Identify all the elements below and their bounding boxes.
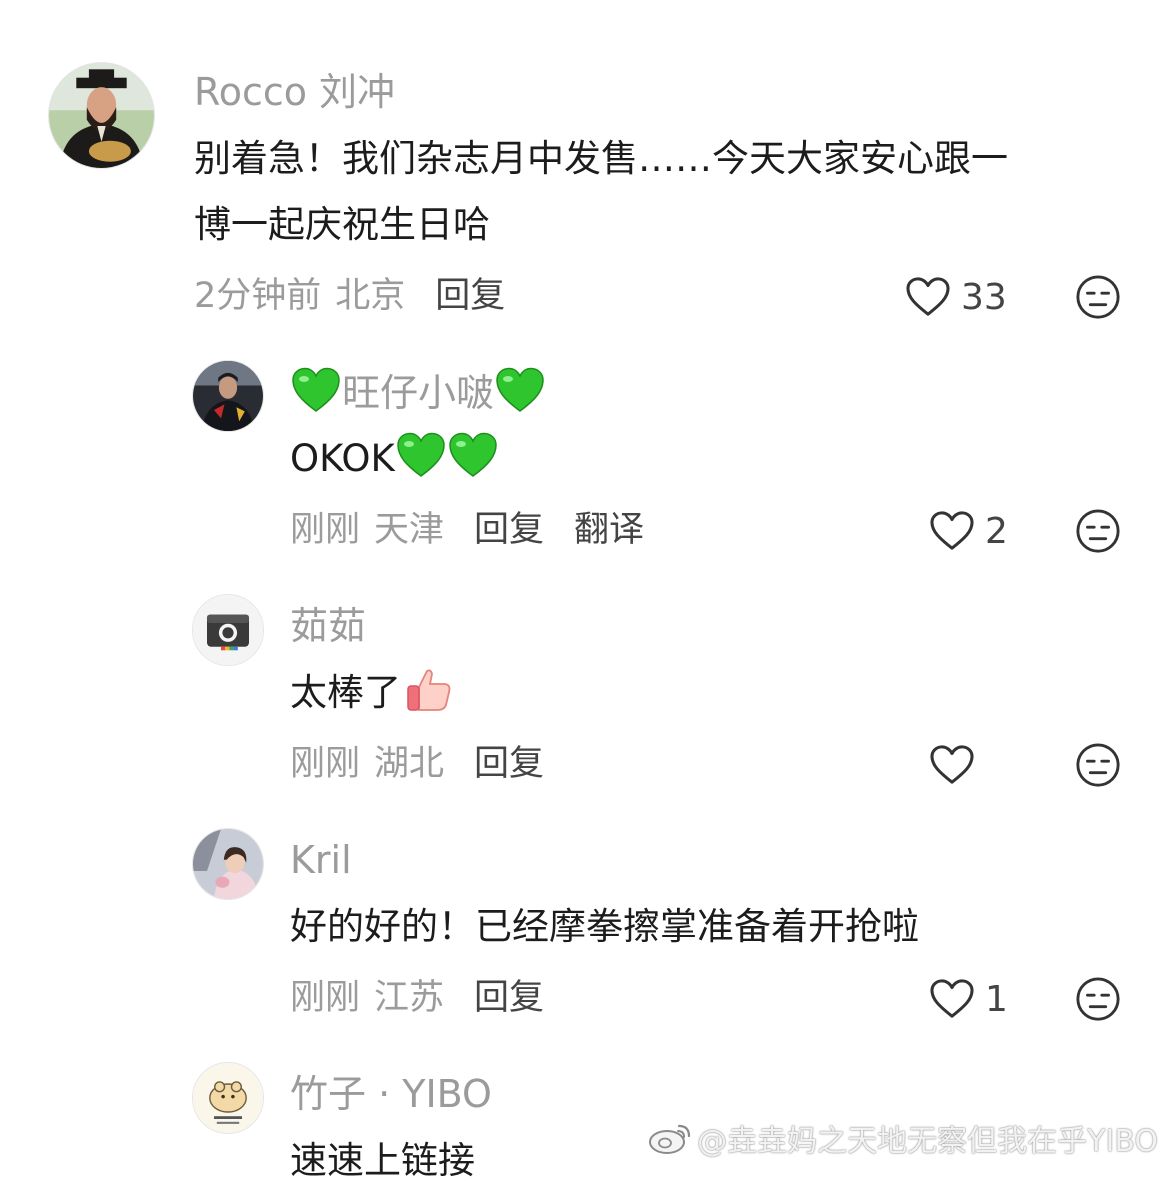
thumbs-up-emoji bbox=[407, 669, 451, 711]
reply-button[interactable]: 回复 bbox=[474, 510, 544, 550]
avatar[interactable] bbox=[48, 62, 155, 169]
avatar[interactable] bbox=[192, 594, 264, 666]
comment-text: 别着急！我们杂志月中发售……今天大家安心跟一 bbox=[194, 137, 1008, 180]
reply-button[interactable]: 回复 bbox=[435, 276, 505, 316]
neutral-face-icon[interactable] bbox=[1075, 976, 1121, 1022]
avatar[interactable] bbox=[192, 360, 264, 432]
heart-outline-icon bbox=[930, 511, 974, 550]
comment-meta: 刚刚 天津 回复 翻译 bbox=[290, 508, 644, 552]
like-button[interactable] bbox=[929, 740, 985, 790]
comment-meta: 2分钟前 北京 回复 bbox=[194, 274, 505, 318]
neutral-face-icon[interactable] bbox=[1075, 274, 1121, 320]
avatar-image bbox=[193, 595, 263, 665]
avatar-image bbox=[193, 829, 263, 899]
like-count: 1 bbox=[985, 978, 1008, 1020]
comment-location: 北京 bbox=[335, 276, 406, 316]
comment-text-content: OKOK bbox=[290, 437, 395, 480]
avatar-image bbox=[49, 63, 154, 168]
comment-author[interactable]: 竹子 · YIBO bbox=[290, 1072, 492, 1116]
translate-button[interactable]: 翻译 bbox=[574, 510, 644, 550]
like-count: 33 bbox=[961, 276, 1007, 318]
like-button[interactable]: 2 bbox=[929, 506, 1008, 556]
neutral-face-icon[interactable] bbox=[1075, 742, 1121, 788]
comment-meta: 刚刚 江苏 回复 bbox=[290, 976, 544, 1020]
like-button[interactable]: 1 bbox=[929, 974, 1008, 1024]
comment-text: 博一起庆祝生日哈 bbox=[194, 203, 490, 246]
avatar[interactable] bbox=[192, 1062, 264, 1134]
comment-text: OKOK bbox=[290, 426, 499, 492]
green-heart-emoji bbox=[292, 367, 340, 412]
reply-button[interactable]: 回复 bbox=[474, 978, 544, 1018]
comment-author[interactable]: 茹茹 bbox=[290, 604, 366, 648]
green-heart-emoji bbox=[396, 432, 445, 477]
comment-text: 速速上链接 bbox=[290, 1139, 475, 1182]
comment-text-content: 太棒了 bbox=[290, 671, 401, 714]
comment-author[interactable]: Kril bbox=[290, 838, 352, 882]
comment-time: 刚刚 bbox=[290, 510, 361, 550]
green-heart-emoji bbox=[448, 432, 497, 477]
comment-author-name: 旺仔小啵 bbox=[342, 371, 495, 415]
comment-text: 好的好的！已经摩拳擦掌准备着开抢啦 bbox=[290, 905, 919, 948]
comment-location: 湖北 bbox=[374, 744, 445, 784]
comment-text: 太棒了 bbox=[290, 660, 453, 726]
comment-location: 天津 bbox=[374, 510, 445, 550]
comment-author[interactable]: Rocco 刘冲 bbox=[194, 70, 395, 114]
heart-outline-icon bbox=[930, 979, 974, 1018]
heart-outline-icon bbox=[930, 745, 974, 784]
watermark: @垚垚妈之天地无察但我在乎YIBO bbox=[647, 1116, 1158, 1160]
reply-button[interactable]: 回复 bbox=[474, 744, 544, 784]
comment-time: 2分钟前 bbox=[194, 276, 322, 316]
comment-time: 刚刚 bbox=[290, 744, 361, 784]
avatar[interactable] bbox=[192, 828, 264, 900]
heart-outline-icon bbox=[906, 277, 950, 316]
comment-author[interactable]: 旺仔小啵 bbox=[290, 366, 546, 415]
green-heart-emoji bbox=[496, 367, 544, 412]
neutral-face-icon[interactable] bbox=[1075, 508, 1121, 554]
like-count: 2 bbox=[985, 510, 1008, 552]
weibo-logo-icon bbox=[649, 1124, 691, 1154]
comment-location: 江苏 bbox=[374, 978, 445, 1018]
like-button[interactable]: 33 bbox=[905, 272, 1007, 322]
avatar-image bbox=[193, 1063, 263, 1133]
comment-meta: 刚刚 湖北 回复 bbox=[290, 742, 544, 786]
avatar-image bbox=[193, 361, 263, 431]
comment-time: 刚刚 bbox=[290, 978, 361, 1018]
watermark-text: @垚垚妈之天地无察但我在乎YIBO bbox=[697, 1124, 1158, 1159]
